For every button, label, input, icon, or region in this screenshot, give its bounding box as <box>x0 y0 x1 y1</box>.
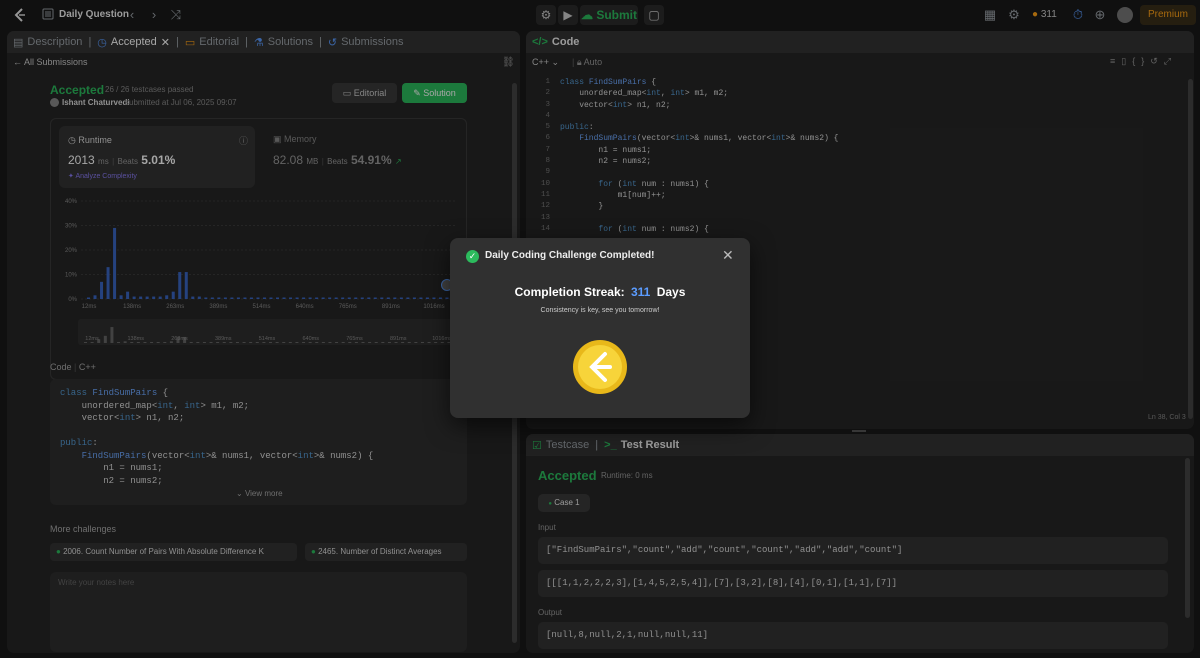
check-circle-icon: ✓ <box>466 250 479 263</box>
streak-value: 311 <box>630 285 651 299</box>
streak-label: Completion Streak: <box>514 285 625 299</box>
streak-line: Completion Streak: 311 Days <box>450 285 750 299</box>
challenge-complete-modal: ✓ Daily Coding Challenge Completed! ✕ Co… <box>450 238 750 418</box>
close-icon[interactable]: ✕ <box>722 247 734 264</box>
modal-message: Consistency is key, see you tomorrow! <box>540 307 660 314</box>
modal-title: Daily Coding Challenge Completed! <box>485 250 655 261</box>
gold-coin-icon <box>572 339 628 395</box>
streak-unit: Days <box>656 285 686 299</box>
